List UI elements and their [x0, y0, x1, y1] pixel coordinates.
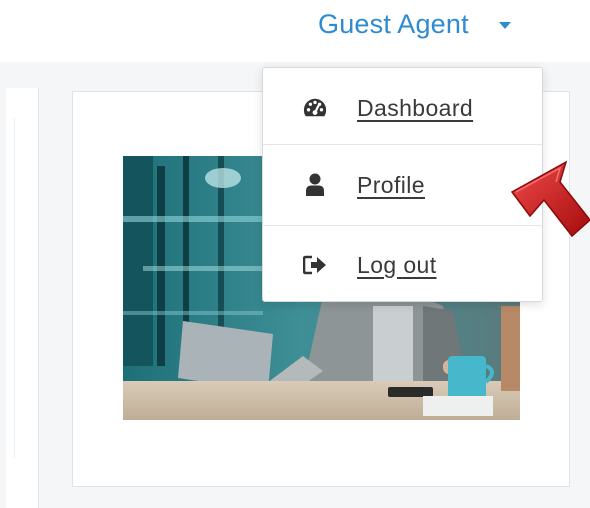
user-dropdown-menu: Dashboard Profile Log out: [262, 67, 543, 302]
top-bar: Guest Agent: [0, 0, 590, 62]
sign-out-icon[interactable]: [303, 253, 327, 277]
caret-down-icon[interactable]: [498, 21, 511, 29]
menu-item-label[interactable]: Profile: [357, 172, 425, 199]
user-icon[interactable]: [303, 173, 327, 197]
side-card-divider: [6, 118, 15, 458]
red-pointer-arrow-icon: [510, 160, 590, 238]
menu-item-profile[interactable]: Profile: [263, 144, 542, 225]
menu-item-dashboard[interactable]: Dashboard: [263, 68, 542, 148]
user-name[interactable]: Guest Agent: [318, 9, 469, 40]
menu-item-logout[interactable]: Log out: [263, 225, 542, 304]
dashboard-gauge-icon[interactable]: [303, 96, 327, 120]
side-card: [6, 88, 39, 508]
menu-item-label[interactable]: Log out: [357, 252, 437, 279]
user-menu-toggle[interactable]: Guest Agent: [318, 6, 511, 42]
menu-item-label[interactable]: Dashboard: [357, 95, 473, 122]
